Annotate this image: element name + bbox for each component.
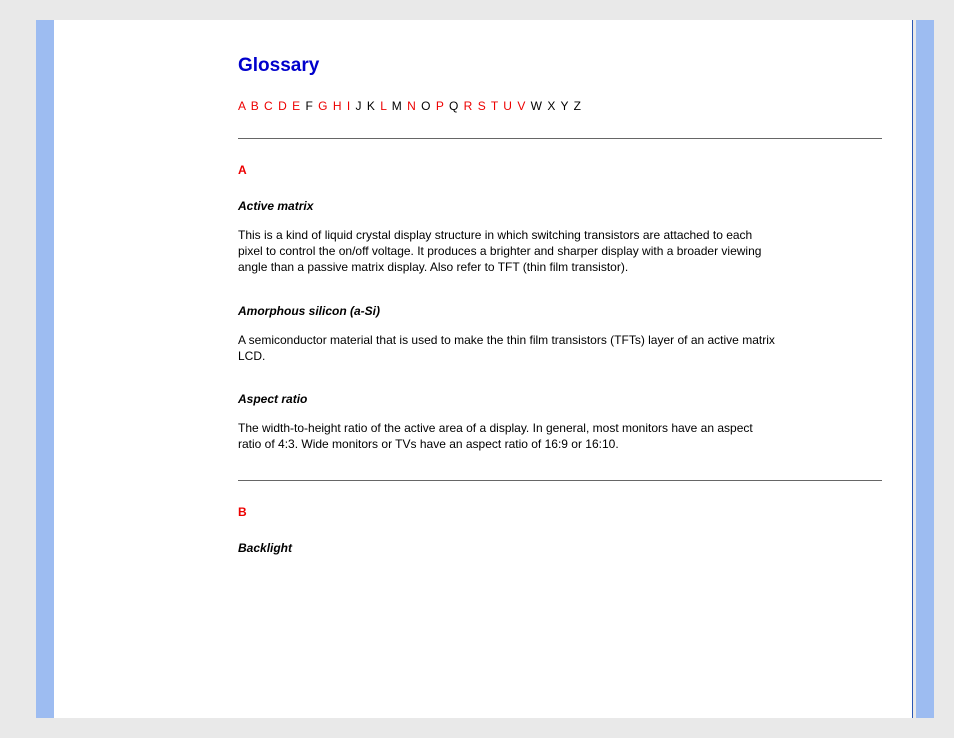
term-aspect-ratio: Aspect ratio	[238, 392, 882, 406]
decorative-bar-right	[916, 20, 934, 718]
term-backlight: Backlight	[238, 541, 882, 555]
term-amorphous-silicon: Amorphous silicon (a-Si)	[238, 304, 882, 318]
alpha-link-T[interactable]: T	[491, 99, 499, 113]
alpha-letter-Z: Z	[574, 99, 582, 113]
alpha-link-C[interactable]: C	[264, 99, 274, 113]
alpha-link-I[interactable]: I	[347, 99, 351, 113]
alpha-letter-O: O	[421, 99, 431, 113]
section-divider	[238, 480, 882, 481]
page-title: Glossary	[238, 55, 882, 77]
alpha-link-S[interactable]: S	[478, 99, 487, 113]
section-divider	[238, 138, 882, 139]
alpha-link-A[interactable]: A	[238, 99, 246, 113]
alpha-link-N[interactable]: N	[407, 99, 417, 113]
section-letter-A: A	[238, 163, 882, 177]
alpha-link-U[interactable]: U	[503, 99, 513, 113]
term-active-matrix: Active matrix	[238, 199, 882, 213]
alpha-link-D[interactable]: D	[278, 99, 288, 113]
alpha-link-E[interactable]: E	[292, 99, 301, 113]
alpha-link-G[interactable]: G	[318, 99, 328, 113]
alpha-letter-W: W	[531, 99, 543, 113]
document-page: Glossary A B C D E F G H I J K L M N O P…	[54, 20, 912, 718]
def-amorphous-silicon: A semiconductor material that is used to…	[238, 332, 778, 364]
alpha-letter-Y: Y	[560, 99, 569, 113]
def-active-matrix: This is a kind of liquid crystal display…	[238, 227, 778, 276]
alpha-letter-J: J	[356, 99, 363, 113]
alpha-letter-M: M	[392, 99, 403, 113]
def-aspect-ratio: The width-to-height ratio of the active …	[238, 420, 778, 452]
alpha-link-L[interactable]: L	[380, 99, 387, 113]
alpha-link-V[interactable]: V	[517, 99, 526, 113]
alpha-link-P[interactable]: P	[436, 99, 445, 113]
alpha-letter-Q: Q	[449, 99, 459, 113]
section-letter-B: B	[238, 505, 882, 519]
alpha-link-R[interactable]: R	[464, 99, 474, 113]
alpha-letter-X: X	[547, 99, 556, 113]
alpha-letter-F: F	[305, 99, 313, 113]
alpha-letter-K: K	[367, 99, 376, 113]
alpha-link-B[interactable]: B	[251, 99, 260, 113]
page-viewport: Glossary A B C D E F G H I J K L M N O P…	[0, 0, 954, 738]
alphabet-nav: A B C D E F G H I J K L M N O P Q R S T …	[238, 99, 882, 113]
alpha-link-H[interactable]: H	[333, 99, 343, 113]
decorative-bar-left	[36, 20, 54, 718]
